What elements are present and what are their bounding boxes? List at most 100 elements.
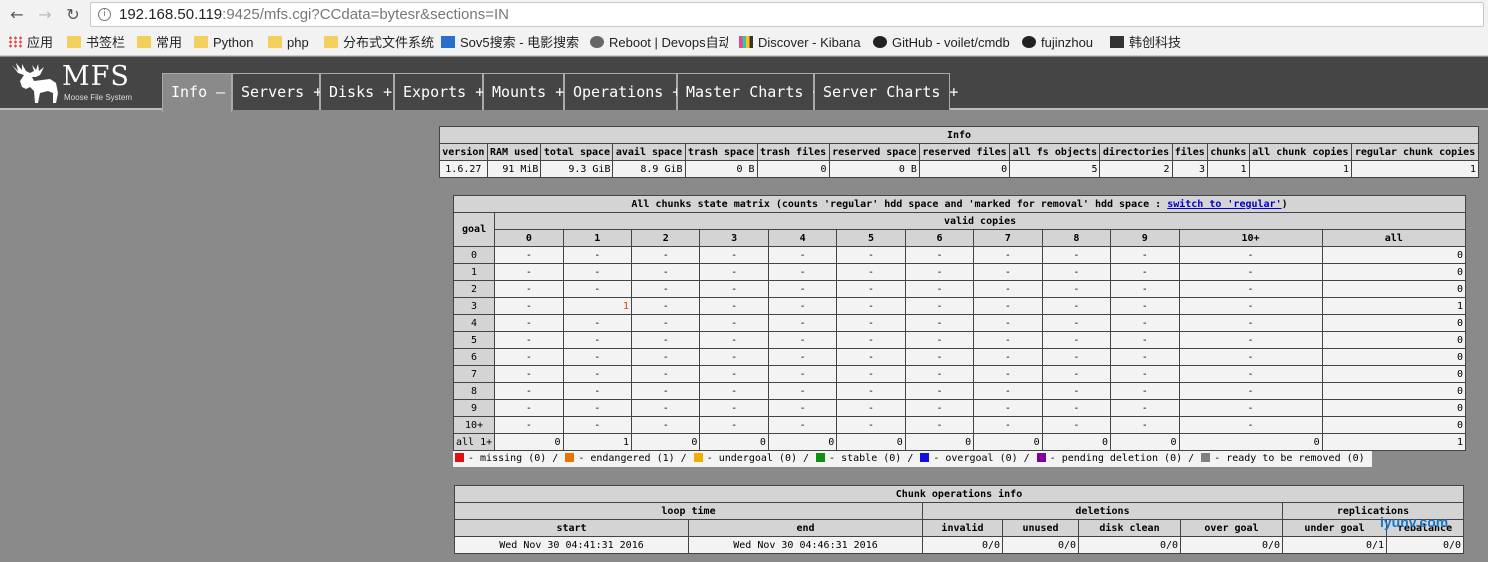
matrix-cell: -: [1178, 399, 1323, 417]
bookmark-label: php: [287, 35, 309, 50]
ops-value: 0/0: [1386, 536, 1464, 554]
matrix-cell: 0: [494, 433, 564, 451]
ops-col-header: end: [688, 519, 923, 537]
matrix-col-header: 4: [767, 229, 838, 247]
matrix-cell: 0: [1321, 280, 1467, 298]
matrix-cell: -: [494, 297, 564, 315]
info-value: 0 B: [684, 160, 758, 178]
forward-arrow-icon[interactable]: →: [34, 4, 56, 26]
matrix-cell: -: [1178, 314, 1323, 332]
matrix-col-header-row: 0 1 2 3 4 5 6 7 8 9 10+ all: [454, 229, 1467, 247]
tab-exports[interactable]: Exports +: [394, 73, 484, 110]
matrix-cell: -: [562, 314, 633, 332]
info-col-header: trash space: [684, 143, 758, 161]
matrix-cell: -: [1110, 314, 1180, 332]
bookmark-folder[interactable]: php: [268, 34, 309, 52]
switch-regular-link[interactable]: switch to 'regular': [1167, 199, 1281, 210]
matrix-cell: -: [494, 365, 564, 383]
bookmark-label: 应用: [27, 35, 54, 50]
matrix-col-header: 7: [973, 229, 1043, 247]
bookmark-folder[interactable]: Python: [194, 34, 253, 52]
matrix-row: 2-----------0: [452, 280, 1467, 298]
matrix-cell: 0: [1041, 433, 1112, 451]
matrix-cell: -: [1178, 246, 1323, 264]
matrix-cell: -: [767, 280, 838, 298]
reload-icon[interactable]: ↻: [62, 4, 84, 26]
matrix-cell: -: [836, 365, 906, 383]
matrix-cell: -: [562, 280, 633, 298]
info-icon[interactable]: i: [98, 8, 111, 21]
ops-col-row: start end invalid unused disk clean over…: [454, 519, 1464, 537]
matrix-cell: -: [562, 263, 633, 281]
matrix-cell: -: [1041, 331, 1112, 349]
matrix-cell: -: [630, 399, 701, 417]
bookmark-kibana[interactable]: Discover - Kibana: [739, 34, 861, 52]
bookmark-folder[interactable]: 分布式文件系统: [324, 34, 434, 52]
bookmark-apps[interactable]: 应用: [8, 34, 53, 52]
ops-group-header: deletions: [922, 502, 1283, 520]
info-col-header: all chunk copies: [1248, 143, 1353, 161]
legend-swatch-icon: [1036, 453, 1046, 462]
tab-master-charts[interactable]: Master Charts +: [677, 73, 821, 110]
matrix-cell: -: [767, 382, 838, 400]
tab-disks[interactable]: Disks +: [320, 73, 394, 110]
tab-info[interactable]: Info —: [162, 73, 232, 112]
back-arrow-icon[interactable]: ←: [6, 4, 28, 26]
matrix-cell: -: [1110, 297, 1180, 315]
tab-server-charts[interactable]: Server Charts +: [814, 73, 958, 110]
matrix-cell: -: [973, 331, 1043, 349]
address-bar[interactable]: i 192.168.50.119:9425/mfs.cgi?CCdata=byt…: [90, 2, 1484, 27]
matrix-cell: -: [836, 246, 906, 264]
matrix-cell: -: [562, 348, 633, 366]
legend-swatch-icon: [565, 453, 575, 462]
tab-mounts[interactable]: Mounts +: [483, 73, 564, 110]
ops-value: 0/0: [1078, 536, 1181, 554]
matrix-cell: -: [904, 331, 975, 349]
bookmark-github-cmdb[interactable]: GitHub - voilet/cmdb: [873, 34, 1011, 52]
bookmark-hanchuang[interactable]: 韩创科技: [1110, 34, 1181, 52]
tab-servers[interactable]: Servers +: [232, 73, 322, 110]
ops-group-row: loop time deletions replications: [454, 502, 1464, 520]
matrix-cell: -: [699, 399, 769, 417]
matrix-cell: -: [1041, 348, 1112, 366]
info-value: 2: [1099, 160, 1173, 178]
matrix-cell: -: [1178, 297, 1323, 315]
matrix-cell: -: [1178, 365, 1323, 383]
matrix-cell: -: [1178, 331, 1323, 349]
matrix-cell: -: [1110, 263, 1180, 281]
reboot-icon: [590, 36, 604, 48]
bookmark-sov5[interactable]: Sov5搜索 - 电影搜索: [441, 34, 579, 52]
matrix-cell: -: [630, 297, 701, 315]
bookmark-folder[interactable]: 书签栏: [67, 34, 125, 52]
matrix-cell: -: [1041, 416, 1112, 434]
bookmark-label: Sov5搜索 - 电影搜索: [460, 35, 579, 50]
matrix-row: 8-----------0: [452, 382, 1467, 400]
matrix-cell: -: [699, 416, 769, 434]
folder-icon: [324, 36, 338, 48]
ops-value: Wed Nov 30 04:46:31 2016: [688, 536, 923, 554]
bookmark-reboot[interactable]: Reboot | Devops自动: [590, 34, 728, 52]
bookmark-label: 韩创科技: [1129, 35, 1182, 50]
tab-operations[interactable]: Operations +: [564, 73, 681, 110]
matrix-col-header: 3: [699, 229, 769, 247]
matrix-cell: -: [973, 280, 1043, 298]
info-table: Info version RAM used total space avail …: [439, 126, 1479, 178]
ops-col-header: over goal: [1180, 519, 1283, 537]
matrix-cell: 0: [1321, 399, 1467, 417]
ops-group-header: loop time: [454, 502, 923, 520]
matrix-row: 6-----------0: [452, 348, 1467, 366]
matrix-cell: -: [767, 365, 838, 383]
info-col-header: files: [1171, 143, 1208, 161]
bookmark-label: 常用: [156, 35, 183, 50]
matrix-cell: -: [630, 416, 701, 434]
github-icon: [1022, 36, 1036, 48]
matrix-cell: -: [699, 280, 769, 298]
bookmark-github-user[interactable]: fujinzhou: [1022, 34, 1093, 52]
url-host: 192.168.50.119: [119, 6, 223, 23]
bookmark-folder[interactable]: 常用: [137, 34, 182, 52]
info-value: 91 MiB: [486, 160, 542, 178]
matrix-cell: -: [494, 382, 564, 400]
ops-title: Chunk operations info: [454, 485, 1464, 503]
matrix-cell: -: [1178, 416, 1323, 434]
info-value: 0: [756, 160, 830, 178]
